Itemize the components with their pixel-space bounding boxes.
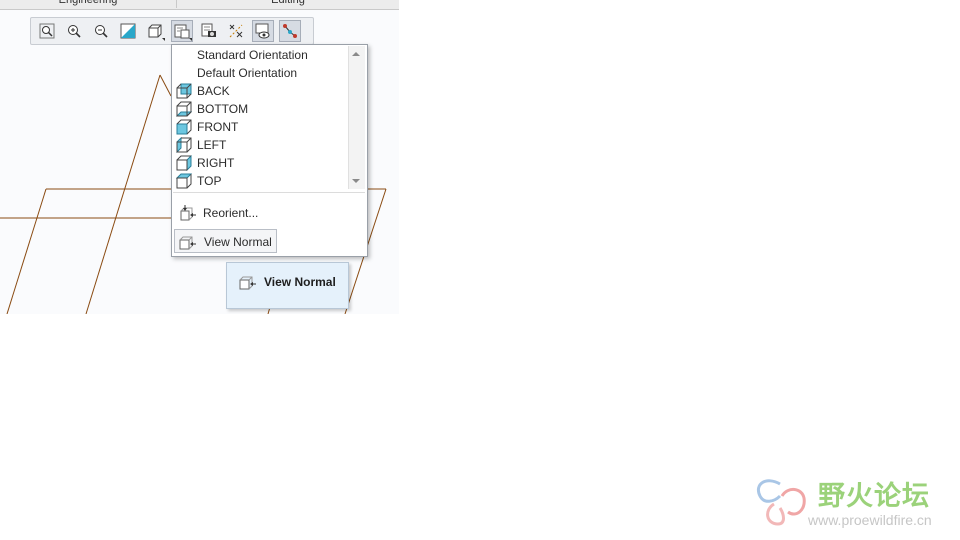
menu-item-label: LEFT [197,138,227,152]
view-normal-icon [239,276,256,290]
cube-right-icon [176,155,192,171]
menu-item-back[interactable]: BACK [173,82,349,100]
menu-divider [173,192,365,193]
scroll-down-arrow-icon[interactable] [352,179,360,183]
cube-bottom-icon [176,101,192,117]
menu-item-default-orientation[interactable]: Default Orientation [173,64,349,82]
wire-edge [159,74,172,97]
repaint-button[interactable] [117,20,139,42]
view-normal-tooltip: View Normal [226,262,349,309]
saved-orientations-icon [174,24,190,39]
cube-left-icon [176,137,192,153]
display-style-icon [148,24,162,38]
orientation-list: Standard Orientation Default Orientation… [173,46,349,192]
zoom-in-button[interactable] [63,20,85,42]
zoom-out-icon [95,25,108,38]
refit-button[interactable] [36,20,58,42]
view-toolbar [30,17,314,45]
datum-display-button[interactable] [225,20,247,42]
spin-center-button[interactable] [252,20,274,42]
menu-item-label: Default Orientation [197,66,298,80]
menu-item-left[interactable]: LEFT [173,136,349,154]
menu-item-bottom[interactable]: BOTTOM [173,100,349,118]
menu-item-front[interactable]: FRONT [173,118,349,136]
menu-item-label: Standard Orientation [197,48,308,62]
wire-edge [85,74,161,314]
site-watermark: 野火论坛 www.proewildfire.cn [752,470,952,532]
menu-item-standard-orientation[interactable]: Standard Orientation [173,46,349,64]
annotation-display-icon [283,24,297,38]
annotation-display-button[interactable] [279,20,301,42]
cube-front-icon [176,119,192,135]
wire-edge [6,188,47,314]
reorient-button[interactable]: Reorient... [174,201,364,225]
butterfly-logo-icon [757,479,806,526]
watermark-url: www.proewildfire.cn [808,512,932,528]
menu-item-label: RIGHT [197,156,235,170]
reorient-label: Reorient... [203,206,259,220]
view-manager-icon [201,23,216,37]
tooltip-label: View Normal [264,275,336,289]
menu-item-label: FRONT [197,120,239,134]
saved-orientations-menu: Standard Orientation Default Orientation… [171,44,368,257]
menu-scrollbar[interactable] [348,46,365,189]
zoom-in-icon [68,25,81,38]
view-normal-label: View Normal [204,235,272,249]
repaint-icon [120,23,136,39]
cube-top-icon [176,173,192,189]
saved-orientations-button[interactable] [171,20,193,42]
zoom-out-button[interactable] [90,20,112,42]
view-normal-icon [179,236,196,250]
display-style-button[interactable] [144,20,166,42]
menu-item-label: BOTTOM [197,102,249,116]
cube-back-icon [176,83,192,99]
spin-center-icon [255,23,270,39]
menu-item-label: BACK [197,84,230,98]
view-manager-button[interactable] [198,20,220,42]
menu-item-top[interactable]: TOP [173,172,349,190]
datum-display-icon [229,24,243,38]
menu-item-right[interactable]: RIGHT [173,154,349,172]
scroll-up-arrow-icon[interactable] [352,52,360,56]
reorient-icon [180,205,196,221]
menu-item-label: TOP [197,174,222,188]
refit-icon [39,23,55,39]
view-normal-button[interactable]: View Normal [174,229,277,253]
watermark-title: 野火论坛 [818,481,930,512]
pro-engineer-window: Engineering Editing Standard Orientation… [0,0,399,314]
